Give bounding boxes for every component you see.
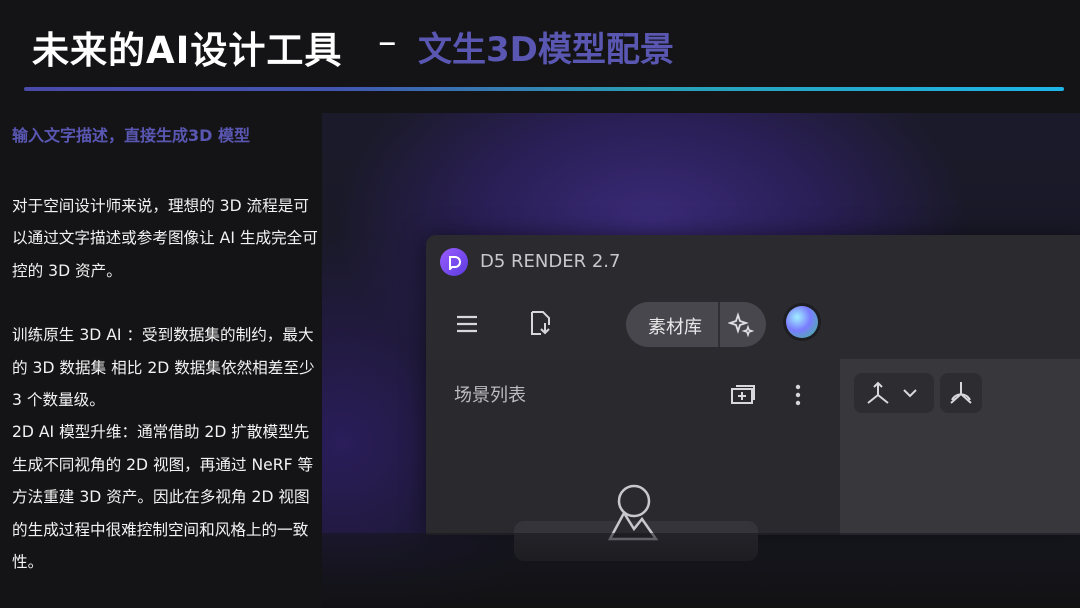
menu-icon[interactable] (452, 311, 482, 337)
title-divider (24, 87, 1064, 91)
ai-sparkle-icon[interactable] (726, 310, 756, 340)
axis-icon (867, 381, 917, 404)
more-vertical-icon[interactable] (788, 381, 808, 409)
d5-logo-icon (440, 248, 468, 276)
app-screenshot: D5 RENDER 2.7 素材库 场景列表 (322, 113, 1080, 608)
page-title: 未来的AI设计工具 (32, 29, 343, 72)
add-scene-icon[interactable] (728, 381, 758, 409)
asset-library-button[interactable]: 素材库 (626, 302, 766, 347)
paragraph-ideal-workflow: 对于空间设计师来说，理想的 3D 流程是可以通过文字描述或参考图像让 AI 生成… (12, 197, 318, 280)
scene-list-panel: 场景列表 (426, 359, 840, 561)
color-orb-icon[interactable] (786, 306, 818, 338)
section-heading: 输入文字描述，直接生成3D 模型 (12, 126, 250, 145)
title-separator: – (378, 20, 397, 63)
app-title: D5 RENDER 2.7 (480, 251, 621, 272)
d5-render-window: D5 RENDER 2.7 素材库 场景列表 (426, 235, 1080, 561)
paragraph-native-3d-ai: 训练原生 3D AI ：受到数据集的制约，最大的 3D 数据集 相比 2D 数据… (12, 326, 315, 410)
page-subtitle: 文生3D模型配景 (418, 30, 674, 70)
app-toolbar: 素材库 (426, 289, 1080, 359)
scene-list-title: 场景列表 (454, 385, 526, 406)
paragraph-2d-upscale: 2D AI 模型升维：通常借助 2D 扩散模型先生成不同视角的 2D 视图，再通… (12, 423, 314, 572)
perspective-button[interactable] (940, 373, 982, 413)
description-column: 输入文字描述，直接生成3D 模型 对于空间设计师来说，理想的 3D 流程是可以通… (12, 122, 322, 578)
import-file-icon[interactable] (526, 307, 556, 339)
asset-library-label: 素材库 (648, 317, 702, 338)
viewport-panel (840, 359, 1080, 535)
chevron-down-icon (903, 389, 917, 398)
reflection-shade (322, 533, 1080, 608)
perspective-icon (950, 382, 972, 404)
axis-dropdown[interactable] (854, 373, 934, 413)
pill-divider (718, 302, 720, 347)
